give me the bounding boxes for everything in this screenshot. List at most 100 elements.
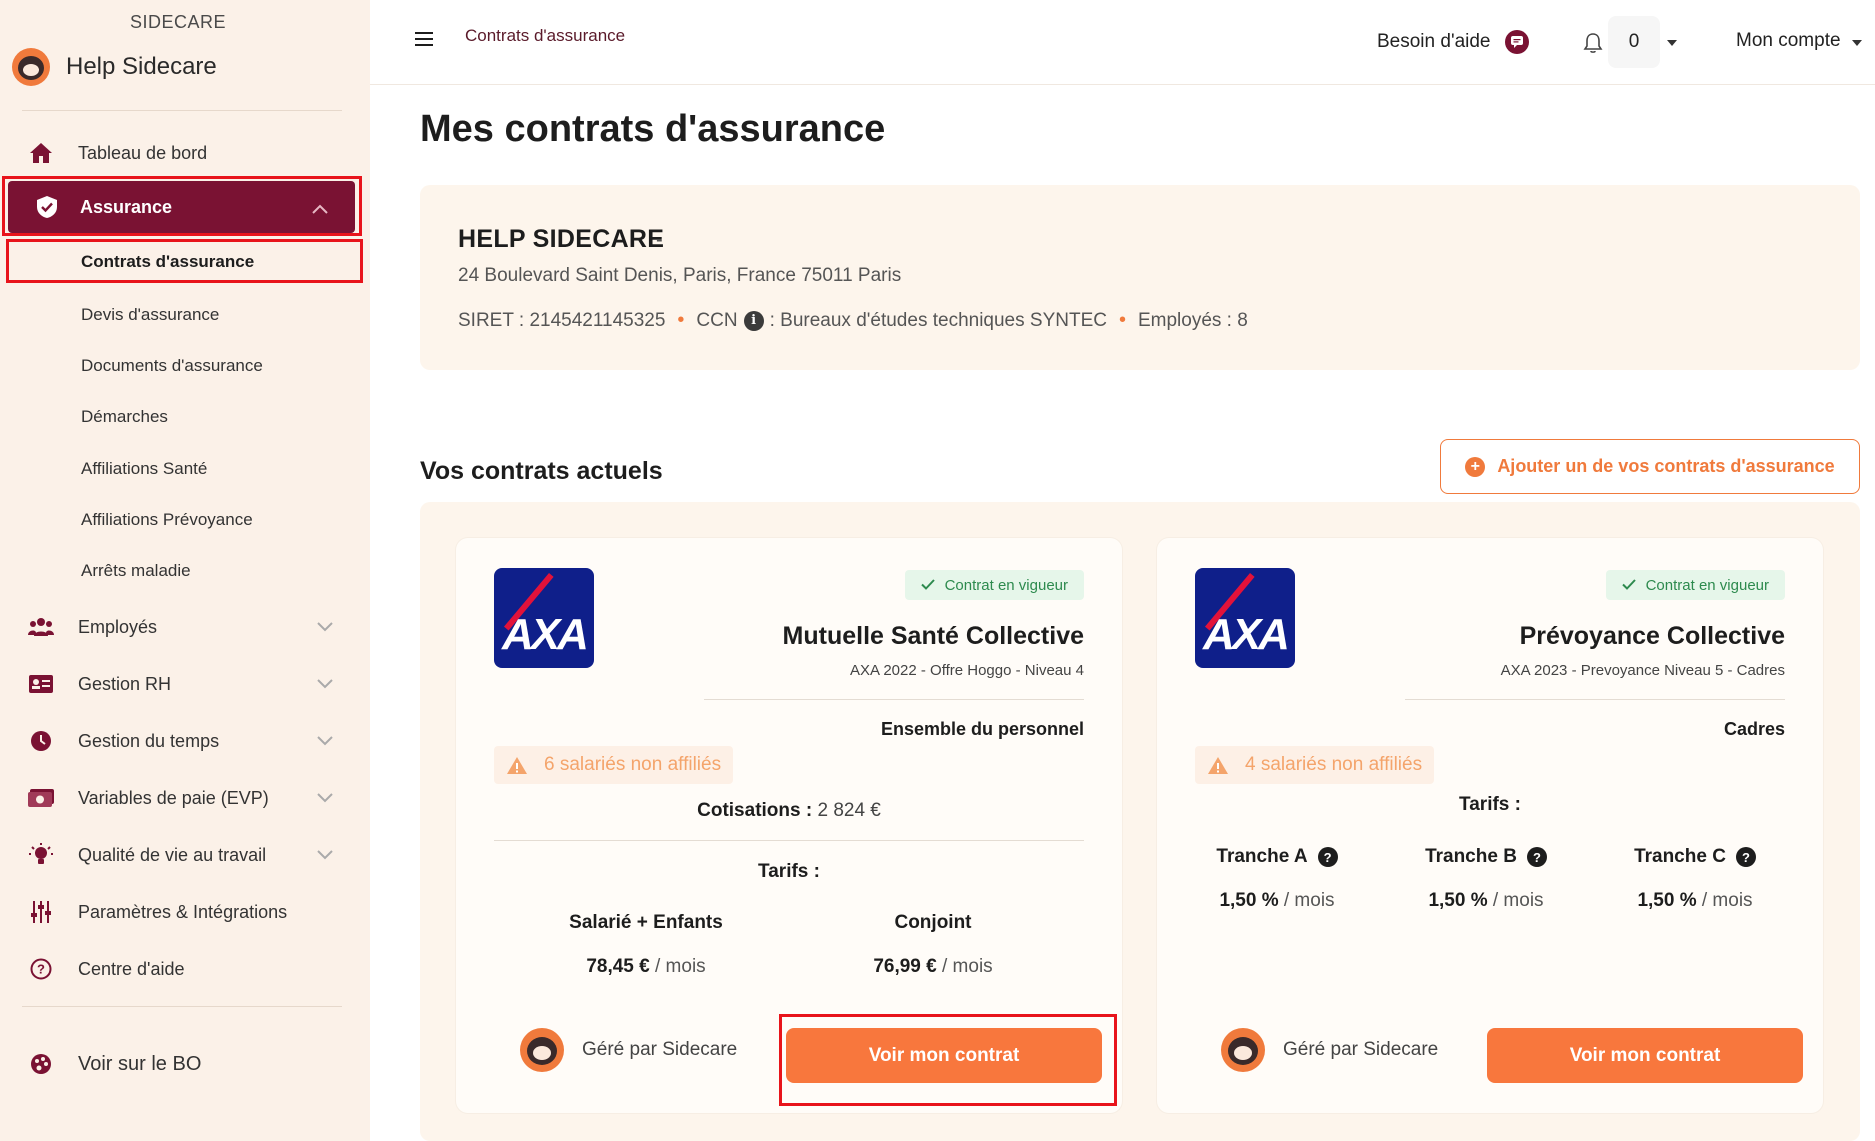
sidebar-subitem-demarches[interactable]: Démarches	[81, 407, 168, 427]
sidebar-item-parametres[interactable]: Paramètres & Intégrations	[28, 899, 287, 925]
sidebar-subitem-arrets-maladie[interactable]: Arrêts maladie	[81, 561, 191, 581]
chevron-down-icon	[316, 844, 334, 865]
chevron-down-icon	[316, 787, 334, 808]
sidebar-subitem-documents[interactable]: Documents d'assurance	[81, 356, 263, 376]
tarif-value: 1,50 % / mois	[1595, 890, 1795, 912]
highlight-box-contrats	[6, 239, 363, 283]
company-card: HELP SIDECARE - 24 Boulevard Saint Denis…	[420, 185, 1860, 370]
plus-icon: +	[1465, 456, 1486, 477]
tarif-name-row: Tranche A ?	[1177, 846, 1377, 868]
sidebar-item-label: Centre d'aide	[78, 958, 185, 979]
lightbulb-icon	[28, 842, 54, 868]
axa-logo: AXA	[1195, 568, 1295, 668]
help-label: Besoin d'aide	[1377, 31, 1491, 52]
tarif-col: Salarié + Enfants 78,45 € / mois	[531, 912, 761, 978]
warning-label: 6 salariés non affiliés	[544, 754, 722, 775]
sidebar-item-label: Variables de paie (EVP)	[78, 787, 269, 808]
tarif-col: Conjoint 76,99 € / mois	[818, 912, 1048, 978]
help-circle-icon: ?	[28, 956, 54, 982]
chat-icon	[1504, 30, 1529, 54]
status-label: Contrat en vigueur	[944, 576, 1068, 594]
warning-badge[interactable]: 4 salariés non affiliés	[1195, 746, 1435, 784]
users-icon	[28, 614, 54, 640]
tarif-value: 78,45 € / mois	[531, 956, 761, 978]
breadcrumb[interactable]: Contrats d'assurance	[465, 26, 625, 46]
contract-title: Prévoyance Collective	[1519, 622, 1785, 650]
sidebar-item-voir-bo[interactable]: Voir sur le BO	[28, 1051, 201, 1077]
penguin-avatar-icon	[1221, 1028, 1265, 1072]
sidebar-item-qvt[interactable]: Qualité de vie au travail	[28, 842, 333, 868]
add-contract-button[interactable]: + Ajouter un de vos contrats d'assurance	[1440, 439, 1860, 494]
chevron-down-icon	[316, 730, 334, 751]
sidebar-item-gestion-rh[interactable]: Gestion RH	[28, 671, 333, 697]
cotisations-value: 2 824 €	[817, 800, 881, 821]
separator-dot: •	[1118, 309, 1126, 331]
question-icon[interactable]: ?	[1317, 847, 1338, 867]
company-dash: -	[656, 229, 663, 251]
warning-label: 4 salariés non affiliés	[1245, 754, 1423, 775]
question-icon[interactable]: ?	[1735, 847, 1756, 867]
separator-dot: •	[677, 309, 685, 331]
sidebar-item-dashboard[interactable]: Tableau de bord	[28, 140, 207, 166]
menu-icon[interactable]	[415, 32, 433, 48]
sidebar-item-label: Qualité de vie au travail	[78, 844, 267, 865]
bell-icon[interactable]	[1583, 32, 1603, 59]
brand-top-label: SIDECARE	[129, 12, 227, 32]
help-button[interactable]: Besoin d'aide	[1377, 30, 1529, 54]
contract-title: Mutuelle Santé Collective	[782, 622, 1084, 650]
sidebar-item-centre-aide[interactable]: ? Centre d'aide	[28, 956, 185, 982]
tarif-unit: / mois	[655, 956, 706, 977]
axa-logo: AXA	[494, 568, 594, 668]
chevron-down-icon[interactable]	[1667, 40, 1677, 46]
info-icon[interactable]: i	[743, 310, 764, 331]
add-contract-label: Ajouter un de vos contrats d'assurance	[1497, 456, 1835, 476]
sidebar-item-variables-paie[interactable]: Variables de paie (EVP)	[28, 785, 333, 811]
managed-by-label: Géré par Sidecare	[1283, 1039, 1439, 1060]
id-card-icon	[28, 671, 54, 697]
chevron-down-icon	[316, 673, 334, 694]
tarif-name: Tranche A	[1216, 846, 1308, 867]
tarif-amount: 78,45 €	[586, 956, 650, 977]
sidebar-item-label: Gestion RH	[78, 673, 172, 694]
penguin-avatar-icon	[520, 1028, 564, 1072]
card-divider	[1405, 699, 1785, 700]
sidebar-item-label: Employés	[78, 616, 158, 637]
sidebar-subitem-affiliations-sante[interactable]: Affiliations Santé	[81, 459, 207, 479]
palette-icon	[28, 1051, 54, 1077]
sidebar-divider	[22, 1006, 342, 1007]
warning-badge[interactable]: 6 salariés non affiliés	[494, 746, 734, 784]
topbar: Contrats d'assurance Besoin d'aide 0 Mon…	[370, 0, 1875, 85]
status-badge: Contrat en vigueur	[904, 570, 1084, 600]
contract-cotisations: Cotisations : 2 824 €	[456, 800, 1122, 822]
tarif-name-row: Tranche C ?	[1595, 846, 1795, 868]
chevron-down-icon[interactable]	[1852, 40, 1862, 46]
clock-icon	[28, 728, 54, 754]
sidebar-item-label: Gestion du temps	[78, 730, 220, 751]
sidebar-subitem-affiliations-prevoyance[interactable]: Affiliations Prévoyance	[81, 510, 253, 530]
tarif-col: Tranche C ? 1,50 % / mois	[1595, 846, 1795, 912]
brand[interactable]: Help Sidecare	[12, 48, 217, 86]
axa-logo-text: AXA	[502, 610, 589, 659]
card-divider	[704, 699, 1084, 700]
sidebar-item-gestion-temps[interactable]: Gestion du temps	[28, 728, 333, 754]
sidebar-item-employes[interactable]: Employés	[28, 614, 333, 640]
view-contract-button[interactable]: Voir mon contrat	[1487, 1028, 1803, 1083]
sidebar-subitem-devis[interactable]: Devis d'assurance	[81, 305, 219, 325]
tarif-name: Tranche B	[1425, 846, 1517, 867]
sidebar-item-label: Tableau de bord	[78, 142, 208, 163]
status-badge: Contrat en vigueur	[1605, 570, 1785, 600]
notification-count[interactable]: 0	[1608, 16, 1660, 68]
tarif-unit: / mois	[1701, 890, 1753, 911]
axa-logo-text: AXA	[1203, 610, 1290, 659]
tarif-name: Salarié + Enfants	[569, 912, 723, 933]
company-ccn-label: CCN	[696, 309, 738, 331]
account-menu[interactable]: Mon compte	[1736, 30, 1841, 52]
managed-by-label: Géré par Sidecare	[582, 1039, 738, 1060]
company-name: HELP SIDECARE	[458, 225, 665, 253]
money-icon	[28, 785, 54, 811]
question-icon[interactable]: ?	[1526, 847, 1547, 867]
tarifs-label: Tarifs :	[1459, 794, 1521, 815]
tarif-unit: / mois	[1283, 890, 1335, 911]
sidebar-divider	[22, 110, 342, 111]
tarif-name: Tranche C	[1634, 846, 1726, 867]
